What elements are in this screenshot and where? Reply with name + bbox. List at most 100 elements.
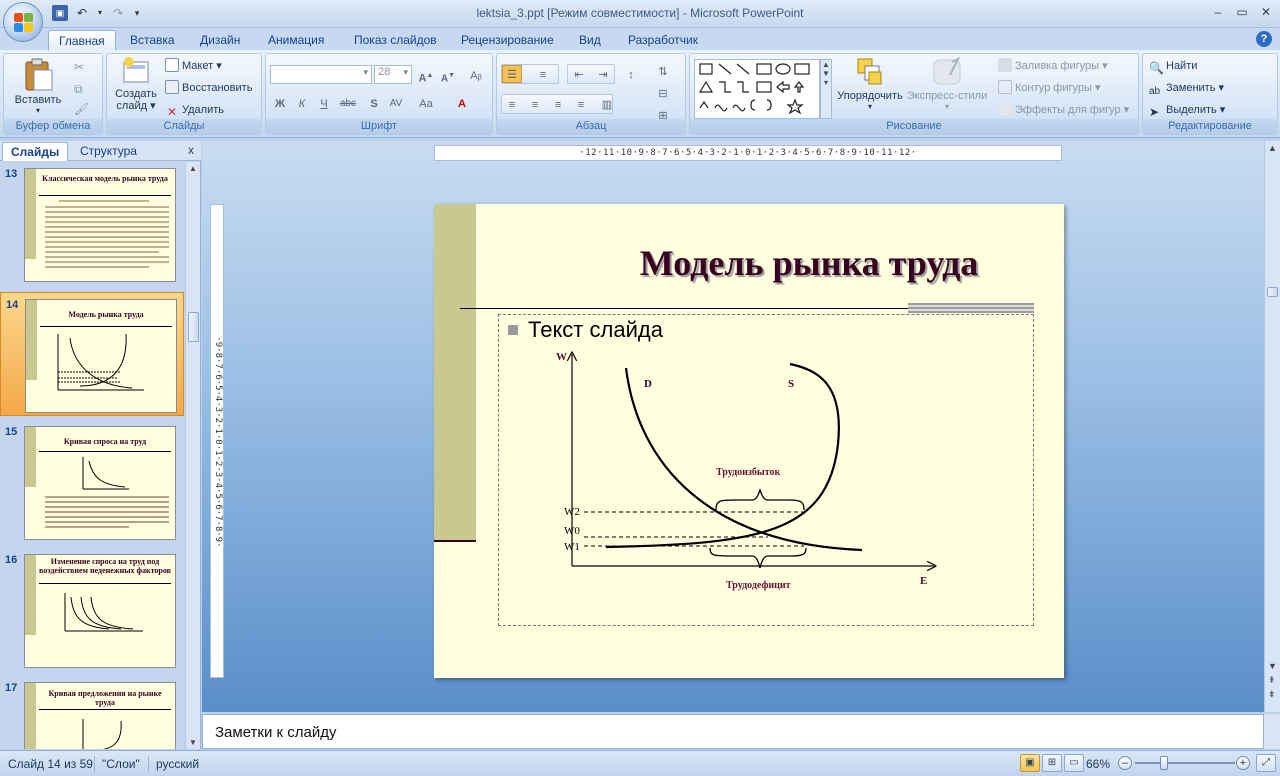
line-spacing-icon[interactable]: ↕: [621, 65, 641, 83]
notes-pane[interactable]: Заметки к слайду: [202, 714, 1264, 749]
thumbnail-slide-15[interactable]: Кривая спроса на труд: [24, 426, 176, 540]
replace-icon: ab: [1149, 86, 1161, 97]
thumbnail-slide-13[interactable]: Классическая модель рынка труда: [24, 168, 176, 282]
tab-home[interactable]: Главная: [48, 30, 116, 50]
align-right-icon[interactable]: ≡: [548, 95, 568, 113]
thumbnail-row-16[interactable]: 16 Изменение спроса на труд под воздейст…: [0, 548, 184, 672]
thumbnail-row-14[interactable]: 14 Модель рынка труда: [0, 292, 184, 416]
layout-button[interactable]: Макет ▾: [165, 57, 222, 75]
font-color-icon[interactable]: A: [452, 94, 472, 112]
language-indicator[interactable]: русский: [156, 755, 199, 773]
shadow-icon[interactable]: S: [364, 94, 384, 112]
tab-slideshow[interactable]: Показ слайдов: [344, 30, 447, 50]
format-painter-icon[interactable]: 🖌: [74, 102, 89, 116]
zoom-slider-knob[interactable]: [1160, 756, 1168, 770]
office-button[interactable]: [3, 2, 43, 42]
scroll-down-icon[interactable]: ▼: [1268, 661, 1277, 671]
thumbnail-slide-14[interactable]: Модель рынка труда: [25, 299, 177, 413]
zoom-slider-track[interactable]: [1135, 762, 1235, 764]
reset-label: Восстановить: [182, 82, 253, 94]
font-size-combo[interactable]: 28: [374, 65, 412, 84]
align-text-icon[interactable]: ⊟: [653, 84, 673, 102]
shape-effects-button[interactable]: Эффекты для фигур ▾: [998, 101, 1129, 119]
thumbnail-row-15[interactable]: 15 Кривая спроса на труд: [0, 420, 184, 544]
text-direction-icon[interactable]: ⇅: [653, 62, 673, 80]
minimize-icon[interactable]: –: [1210, 4, 1226, 20]
strikethrough-icon[interactable]: abc: [338, 94, 358, 112]
replace-button[interactable]: ab Заменить ▾: [1149, 79, 1224, 97]
zoom-in-icon[interactable]: +: [1236, 756, 1250, 770]
decrease-indent-icon[interactable]: ⇤: [569, 65, 589, 83]
slide-canvas[interactable]: Модель рынка труда Текст слайда W E D S …: [434, 204, 1064, 678]
tab-developer[interactable]: Разработчик: [618, 30, 708, 50]
columns-icon[interactable]: ▥: [597, 95, 617, 113]
scrollbar-thumb[interactable]: [1267, 287, 1278, 297]
slide-title[interactable]: Модель рынка труда: [564, 242, 1054, 284]
change-case-icon[interactable]: Aa: [416, 94, 436, 112]
select-button[interactable]: ➤ Выделить ▾: [1149, 101, 1225, 119]
normal-view-icon[interactable]: ▣: [1020, 754, 1040, 772]
quick-styles-button[interactable]: Экспресс-стили ▾: [904, 56, 990, 111]
increase-indent-icon[interactable]: ⇥: [593, 65, 613, 83]
paste-button[interactable]: Вставить ▾: [10, 56, 66, 115]
slideshow-view-icon[interactable]: ▭: [1064, 754, 1084, 772]
grow-font-icon[interactable]: A▲: [416, 66, 436, 85]
thumbnail-slide-17[interactable]: Кривая предложения на рынке труда: [24, 682, 176, 749]
shapes-gallery[interactable]: [694, 59, 820, 119]
thumbnail-slide-16[interactable]: Изменение спроса на труд под воздействие…: [24, 554, 176, 668]
char-spacing-icon[interactable]: AV: [386, 94, 406, 112]
bold-icon[interactable]: Ж: [270, 94, 290, 112]
justify-icon[interactable]: ≡: [571, 95, 591, 113]
italic-icon[interactable]: К: [292, 94, 312, 112]
slide-sorter-view-icon[interactable]: ⊞: [1042, 754, 1062, 772]
align-left-icon[interactable]: ≡: [502, 95, 522, 113]
previous-slide-icon[interactable]: ⇞: [1268, 675, 1276, 686]
tab-slides[interactable]: Слайды: [2, 142, 69, 161]
find-button[interactable]: 🔍 Найти: [1149, 57, 1197, 75]
bullet-text[interactable]: Текст слайда: [528, 317, 663, 343]
copy-icon[interactable]: ⧉: [74, 82, 83, 97]
thumbnail-row-13[interactable]: 13 Классическая модель рынка труда: [0, 162, 184, 286]
reset-button[interactable]: Восстановить: [165, 79, 252, 97]
bullets-icon[interactable]: ☰: [502, 65, 522, 83]
arrange-button[interactable]: Упорядочить ▾: [834, 56, 906, 111]
group-label-font: Шрифт: [266, 119, 492, 134]
shrink-font-icon[interactable]: A▼: [438, 66, 458, 84]
font-name-combo[interactable]: [270, 65, 372, 84]
maximize-icon[interactable]: ▭: [1234, 4, 1250, 20]
theme-name[interactable]: "Слои": [102, 755, 140, 773]
cut-icon[interactable]: ✂: [74, 60, 84, 74]
panel-close-icon[interactable]: x: [188, 143, 194, 157]
tab-view[interactable]: Вид: [569, 30, 611, 50]
next-slide-icon[interactable]: ⇟: [1268, 689, 1276, 700]
scroll-up-icon[interactable]: ▲: [1268, 143, 1277, 153]
tab-review[interactable]: Рецензирование: [451, 30, 564, 50]
thumbnail-row-17[interactable]: 17 Кривая предложения на рынке труда: [0, 676, 184, 749]
fit-to-window-icon[interactable]: ⤢: [1256, 754, 1276, 772]
scrollbar-thumb[interactable]: [188, 312, 199, 342]
close-icon[interactable]: ✕: [1258, 4, 1274, 20]
shape-fill-button[interactable]: Заливка фигуры ▾: [998, 57, 1108, 75]
editor-scrollbar[interactable]: ▲ ▼ ⇞ ⇟: [1264, 141, 1280, 712]
underline-icon[interactable]: Ч: [314, 94, 334, 112]
numbering-icon[interactable]: ≡: [533, 65, 553, 83]
shape-outline-button[interactable]: Контур фигуры ▾: [998, 79, 1101, 97]
notes-scrollbar[interactable]: [1264, 714, 1280, 749]
scroll-down-icon[interactable]: ▼: [189, 738, 197, 747]
align-center-icon[interactable]: ≡: [525, 95, 545, 113]
delete-slide-button[interactable]: ✕ Удалить: [165, 101, 224, 119]
scroll-up-icon[interactable]: ▲: [189, 164, 197, 173]
zoom-level[interactable]: 66%: [1086, 755, 1110, 773]
tab-insert[interactable]: Вставка: [120, 30, 185, 50]
zoom-out-icon[interactable]: –: [1118, 756, 1132, 770]
clear-format-icon[interactable]: Aᵦ: [466, 66, 486, 84]
tab-animation[interactable]: Анимация: [258, 30, 334, 50]
slides-panel-scrollbar[interactable]: ▲ ▼: [185, 162, 200, 749]
shapes-gallery-scroll[interactable]: ▲ ▼ ▾: [820, 59, 832, 119]
new-slide-button[interactable]: Создать слайд ▾: [109, 56, 163, 112]
tab-design[interactable]: Дизайн: [190, 30, 250, 50]
tab-outline[interactable]: Структура: [72, 142, 145, 161]
help-icon[interactable]: ?: [1256, 31, 1272, 47]
window-title: lektsia_3.ppt [Режим совместимости] - Mi…: [476, 6, 804, 20]
labor-market-graph[interactable]: W E D S W2 W0 W1 Трудоизбыток Трудодефиц…: [498, 344, 938, 594]
